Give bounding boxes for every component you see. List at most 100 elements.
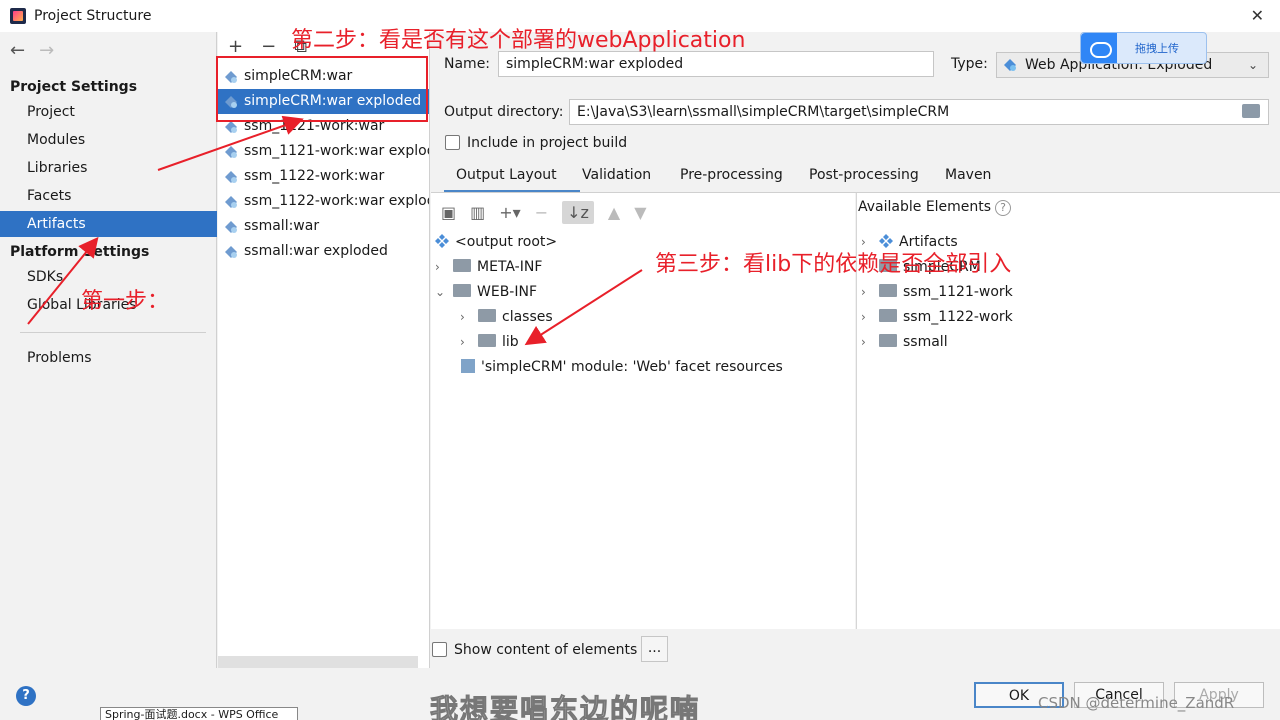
artifact-item[interactable]: ssm_1122-work:war exploded [218, 189, 429, 214]
chevron-right-icon[interactable]: › [435, 255, 453, 280]
annotation-step3: 第三步：看lib下的依赖是否全部引入 [655, 252, 1012, 277]
facet-label: 'simpleCRM' module: 'Web' facet resource… [481, 359, 783, 375]
chevron-right-icon[interactable]: › [460, 330, 478, 355]
move-down-icon[interactable]: ▼ [634, 203, 646, 222]
artifact-item[interactable]: ssmall:war [218, 214, 429, 239]
tab-pre-processing[interactable]: Pre-processing [680, 163, 783, 193]
classes-label: classes [502, 309, 553, 325]
web-artifact-icon [225, 196, 237, 208]
bottom-options: Show content of elements ... [431, 634, 1280, 668]
chevron-right-icon[interactable]: › [861, 280, 879, 305]
folder-icon [478, 334, 496, 347]
show-content-label: Show content of elements [454, 642, 638, 658]
module-folder-icon [879, 334, 897, 347]
add-icon[interactable]: + [228, 36, 261, 57]
web-artifact-icon [225, 246, 237, 258]
tree-output-root[interactable]: <output root> [435, 230, 557, 255]
output-root-icon [435, 234, 449, 248]
nav-item-facets[interactable]: Facets [0, 183, 217, 209]
cloud-upload-icon [1081, 33, 1117, 63]
help-button[interactable]: ? [16, 686, 36, 706]
annotation-step2: 第二步：看是否有这个部署的webApplication [291, 28, 746, 53]
tree-meta-inf[interactable]: › META-INF [435, 255, 542, 280]
nav-item-problems[interactable]: Problems [0, 345, 217, 371]
add-copy-icon[interactable]: +▾ [499, 203, 520, 222]
close-icon[interactable]: ✕ [1251, 6, 1264, 25]
artifact-item-label: ssm_1122-work:war [244, 168, 385, 184]
name-field[interactable]: simpleCRM:war exploded [498, 51, 934, 77]
nav-item-project[interactable]: Project [0, 99, 217, 125]
available-item-ssm-1121[interactable]: › ssm_1121-work [861, 280, 1013, 305]
available-item-label: ssm_1121-work [903, 284, 1013, 300]
module-folder-icon [879, 309, 897, 322]
web-inf-label: WEB-INF [477, 284, 537, 300]
tab-maven[interactable]: Maven [945, 163, 991, 193]
web-artifact-icon [225, 121, 237, 133]
platform-settings-heading: Platform Settings [10, 244, 150, 260]
remove-icon[interactable]: − [261, 36, 294, 57]
output-dir-field[interactable]: E:\Java\S3\learn\ssmall\simpleCRM\target… [569, 99, 1269, 125]
artifact-item[interactable]: ssm_1122-work:war [218, 164, 429, 189]
artifact-item-label: ssmall:war exploded [244, 243, 388, 259]
back-arrow-icon[interactable]: ← [10, 40, 39, 61]
folder-icon [453, 259, 471, 272]
artifacts-list-pane: +−⧉ simpleCRM:war simpleCRM:war exploded s… [218, 32, 430, 668]
show-content-checkbox[interactable] [432, 642, 447, 657]
artifact-item-label: ssm_1122-work:war exploded [244, 193, 429, 209]
project-settings-heading: Project Settings [10, 79, 138, 95]
folder-browse-icon[interactable] [1242, 104, 1260, 118]
type-label: Type: [951, 56, 988, 72]
tree-facet-resources[interactable]: 'simpleCRM' module: 'Web' facet resource… [461, 355, 783, 380]
lib-label: lib [502, 334, 519, 350]
artifact-item[interactable]: ssmall:war exploded [218, 239, 429, 264]
tree-classes[interactable]: › classes [460, 305, 553, 330]
artifact-item[interactable]: ssm_1121-work:war exploded [218, 139, 429, 164]
web-facet-icon [461, 359, 475, 373]
output-dir-value: E:\Java\S3\learn\ssmall\simpleCRM\target… [577, 104, 950, 120]
move-up-icon[interactable]: ▲ [608, 203, 620, 222]
artifact-editor: Name: simpleCRM:war exploded Type: Web A… [431, 32, 1280, 668]
chevron-down-icon[interactable]: ⌄ [435, 280, 453, 305]
nav-item-modules[interactable]: Modules [0, 127, 217, 153]
output-dir-label: Output directory: [444, 104, 564, 120]
settings-nav: ←→ Project Settings Project Modules Libr… [0, 32, 217, 668]
archive-icon[interactable]: ▥ [470, 203, 485, 222]
chevron-right-icon[interactable]: › [460, 305, 478, 330]
upload-widget[interactable]: 拖拽上传 [1080, 32, 1207, 64]
nav-item-artifacts[interactable]: Artifacts [0, 211, 217, 237]
folder-icon [453, 284, 471, 297]
artifact-item-label: ssm_1121-work:war exploded [244, 143, 429, 159]
show-content-options-button[interactable]: ... [641, 636, 668, 662]
web-artifact-icon [225, 221, 237, 233]
tab-validation[interactable]: Validation [582, 163, 651, 193]
available-item-label: ssmall [903, 334, 948, 350]
help-icon[interactable]: ? [995, 200, 1012, 216]
annotation-highlight-box [216, 56, 428, 122]
include-build-checkbox[interactable] [445, 135, 460, 150]
tree-web-inf[interactable]: ⌄ WEB-INF [435, 280, 537, 305]
artifact-item-label: ssmall:war [244, 218, 320, 234]
available-item-label: ssm_1122-work [903, 309, 1013, 325]
intellij-app-icon [10, 8, 26, 24]
available-elements-header: Available Elements? [857, 199, 1012, 216]
chevron-right-icon[interactable]: › [861, 305, 879, 330]
tab-post-processing[interactable]: Post-processing [809, 163, 919, 193]
web-artifact-icon [225, 171, 237, 183]
video-subtitle: 我想要唱东边的呢喃 [429, 693, 701, 720]
new-folder-icon[interactable]: ▣ [441, 203, 456, 222]
chevron-right-icon[interactable]: › [861, 330, 879, 355]
available-item-ssmall[interactable]: › ssmall [861, 330, 948, 355]
sort-icon[interactable]: ↓z [562, 200, 594, 224]
horizontal-scrollbar[interactable] [218, 656, 418, 668]
web-app-icon [1004, 59, 1016, 71]
nav-item-libraries[interactable]: Libraries [0, 155, 217, 181]
tab-output-layout[interactable]: Output Layout [444, 163, 580, 193]
project-structure-dialog: Project Structure ✕ ←→ Project Settings … [0, 0, 1280, 720]
available-item-ssm-1122[interactable]: › ssm_1122-work [861, 305, 1013, 330]
tree-lib[interactable]: › lib [460, 330, 519, 355]
taskbar-tooltip: Spring-面试题.docx - WPS Office [100, 707, 298, 720]
forward-arrow-icon[interactable]: → [39, 40, 68, 61]
annotation-step1: 第一步： [81, 289, 170, 314]
window-title: Project Structure [34, 8, 152, 24]
remove-icon[interactable]: − [535, 203, 548, 222]
